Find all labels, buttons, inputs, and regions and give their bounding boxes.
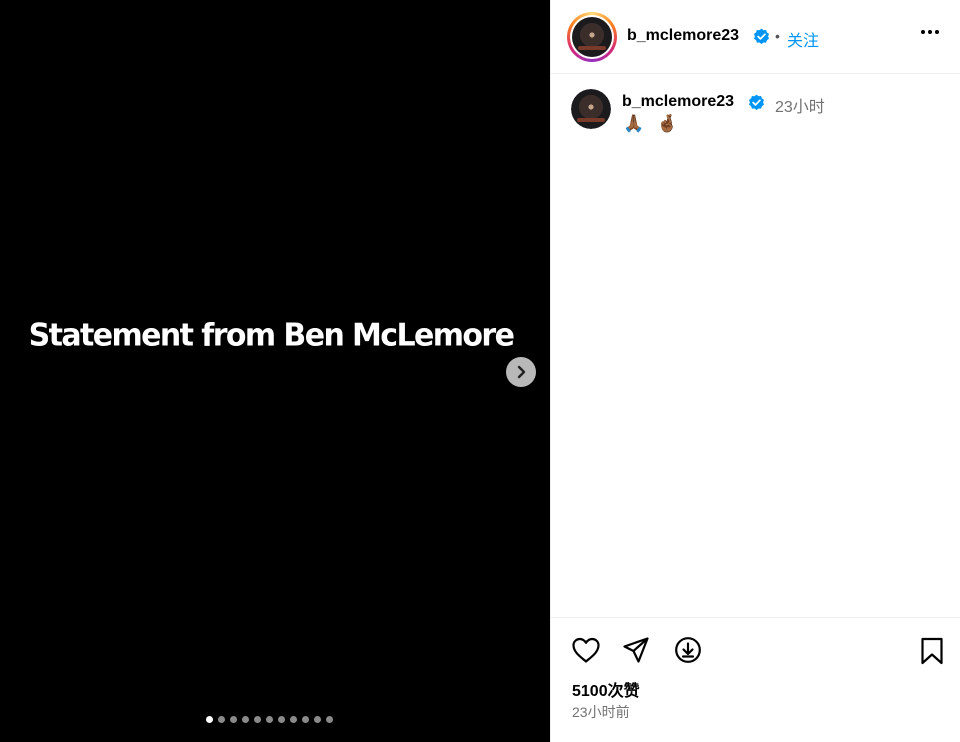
carousel-dot bbox=[290, 716, 297, 723]
follow-button[interactable]: 关注 bbox=[787, 27, 819, 51]
comment-avatar[interactable] bbox=[571, 89, 611, 129]
story-ring[interactable] bbox=[567, 12, 617, 62]
actions-divider bbox=[551, 617, 960, 618]
carousel-dot bbox=[314, 716, 321, 723]
share-icon[interactable] bbox=[622, 636, 650, 664]
carousel-dot bbox=[278, 716, 285, 723]
like-count[interactable]: 5100次赞 bbox=[572, 677, 640, 701]
media-caption: Statement from Ben McLemore bbox=[28, 317, 515, 354]
avatar bbox=[572, 17, 612, 57]
carousel-dot bbox=[302, 716, 309, 723]
verified-badge-icon bbox=[754, 28, 769, 44]
chevron-right-icon bbox=[517, 365, 526, 379]
verified-badge-icon bbox=[749, 94, 764, 110]
comment-text: 🙏🏾 🤞🏾 bbox=[623, 114, 683, 133]
comment-username[interactable]: b_mclemore23 bbox=[622, 93, 734, 111]
post-timestamp[interactable]: 23小时前 bbox=[572, 702, 630, 722]
separator-dot: • bbox=[775, 28, 780, 44]
post-media[interactable]: Statement from Ben McLemore bbox=[0, 0, 550, 742]
more-options-icon[interactable] bbox=[921, 30, 939, 34]
next-slide-button[interactable] bbox=[506, 357, 536, 387]
avatar bbox=[571, 89, 611, 129]
carousel-dot bbox=[242, 716, 249, 723]
carousel-dot bbox=[266, 716, 273, 723]
carousel-dot bbox=[218, 716, 225, 723]
carousel-dot bbox=[230, 716, 237, 723]
download-icon[interactable] bbox=[674, 636, 702, 664]
carousel-dot bbox=[206, 716, 213, 723]
carousel-dot bbox=[326, 716, 333, 723]
carousel-indicator bbox=[206, 716, 333, 723]
post-header: b_mclemore23 • 关注 bbox=[551, 0, 960, 74]
post-sidebar: b_mclemore23 • 关注 b_mclemore23 23小时 🙏🏾 🤞… bbox=[550, 0, 960, 742]
bookmark-icon[interactable] bbox=[920, 637, 944, 665]
heart-icon[interactable] bbox=[571, 636, 601, 664]
carousel-dot bbox=[254, 716, 261, 723]
comment-time[interactable]: 23小时 bbox=[775, 93, 825, 117]
header-username[interactable]: b_mclemore23 bbox=[627, 27, 739, 45]
